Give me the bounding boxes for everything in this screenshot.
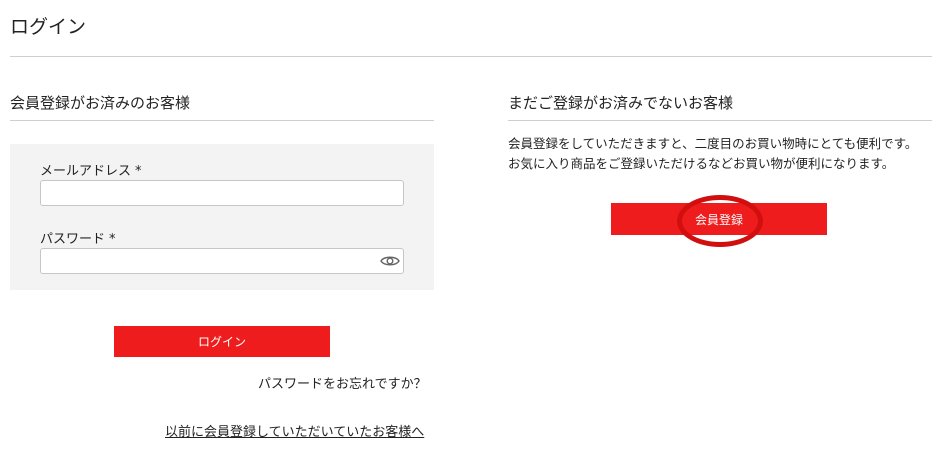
password-required-mark: * bbox=[109, 232, 116, 247]
member-section-divider bbox=[10, 120, 434, 121]
login-button[interactable]: ログイン bbox=[114, 326, 330, 357]
member-section-heading: 会員登録がお済みのお客様 bbox=[10, 94, 191, 112]
guest-section-heading: まだご登録がお済みでないお客様 bbox=[508, 94, 734, 112]
email-input[interactable] bbox=[40, 180, 404, 206]
top-divider bbox=[10, 56, 932, 57]
email-label: メールアドレス * bbox=[40, 160, 142, 179]
password-label: パスワード * bbox=[40, 228, 116, 247]
guest-section-divider bbox=[508, 120, 932, 121]
password-input[interactable] bbox=[40, 248, 404, 274]
guest-description-line-2: お気に入り商品をご登録いただけるなどお買い物が便利になります。 bbox=[508, 156, 895, 171]
eye-icon[interactable] bbox=[379, 253, 401, 269]
register-button[interactable]: 会員登録 bbox=[611, 203, 827, 235]
legacy-member-link[interactable]: 以前に会員登録していただいていたお客様へ bbox=[165, 421, 424, 440]
forgot-password-link[interactable]: パスワードをお忘れですか？ bbox=[258, 373, 427, 392]
email-required-mark: * bbox=[135, 164, 142, 179]
password-label-text: パスワード bbox=[40, 232, 106, 247]
page-title: ログイン bbox=[10, 16, 87, 38]
guest-description: 会員登録をしていただきますと、二度目のお買い物時にとても便利です。 お気に入り商… bbox=[508, 134, 923, 174]
email-label-text: メールアドレス bbox=[40, 164, 132, 179]
guest-description-line-1: 会員登録をしていただきますと、二度目のお買い物時にとても便利です。 bbox=[508, 136, 918, 151]
